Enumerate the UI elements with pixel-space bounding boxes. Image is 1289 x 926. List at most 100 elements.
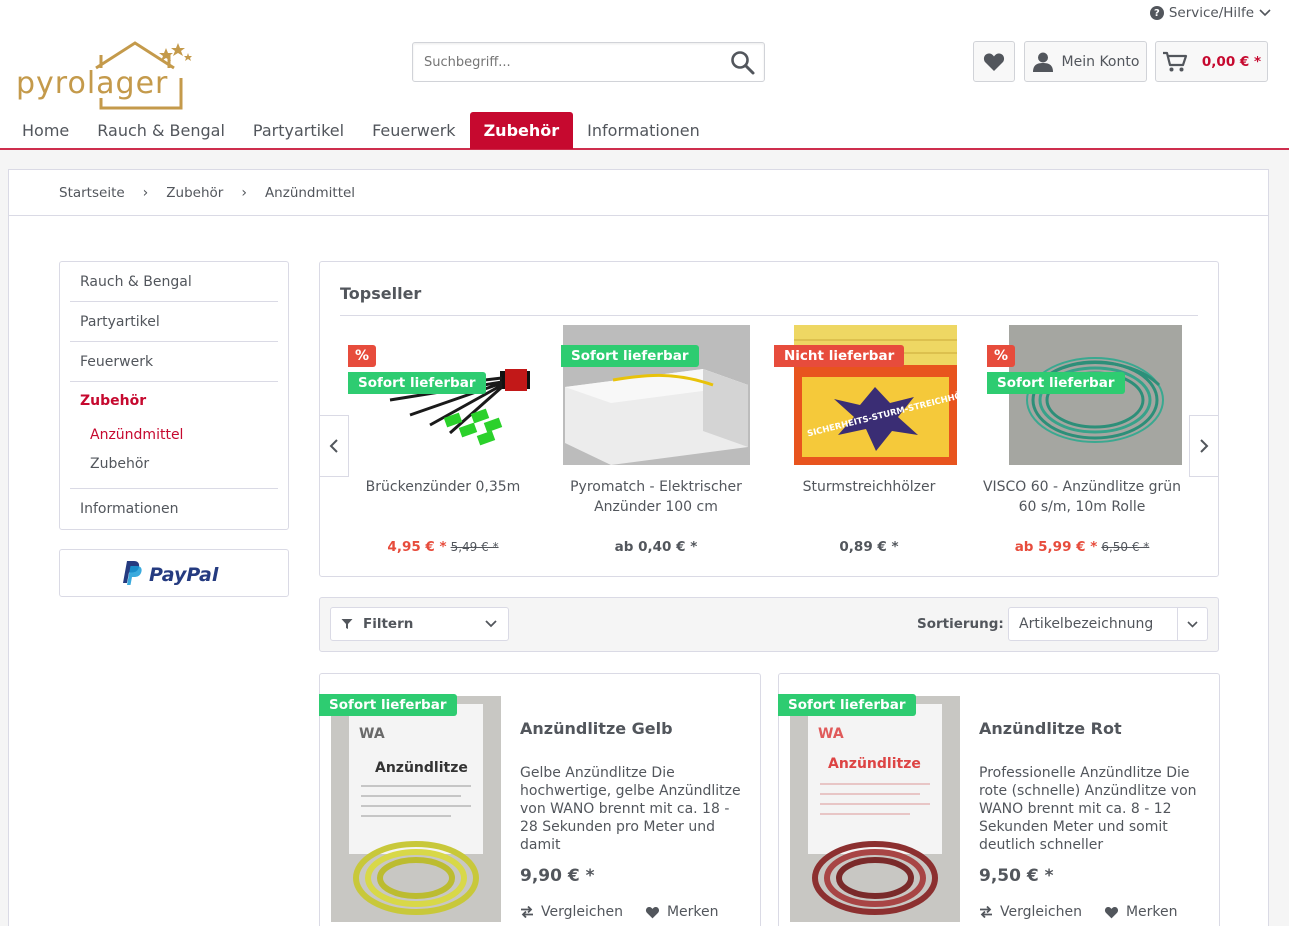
product-price: 4,95 € * 5,49 € * bbox=[333, 539, 553, 555]
product-price: 0,89 € * bbox=[759, 539, 979, 555]
product-image[interactable]: WA Anzündlitze bbox=[331, 696, 501, 922]
service-menu[interactable]: ? Service/Hilfe bbox=[1149, 5, 1271, 21]
old-price: 6,50 € * bbox=[1101, 540, 1150, 554]
product-actions: Vergleichen Merken bbox=[520, 904, 719, 920]
logo[interactable]: pyrolager bbox=[16, 40, 196, 115]
discount-badge: % bbox=[348, 345, 377, 367]
nav-underline bbox=[0, 148, 1289, 150]
account-button[interactable]: Mein Konto bbox=[1024, 41, 1147, 82]
product-box: WA Anzündlitze Sofort lieferbar Anzündli… bbox=[778, 673, 1220, 926]
availability-badge: Sofort lieferbar bbox=[987, 372, 1125, 394]
product-image[interactable] bbox=[350, 325, 537, 465]
sidebar-item-partyartikel[interactable]: Partyartikel bbox=[70, 302, 278, 342]
sidebar-item-feuerwerk[interactable]: Feuerwerk bbox=[70, 342, 278, 382]
breadcrumb: Startseite › Zubehör › Anzündmittel bbox=[9, 170, 1268, 216]
availability-badge: Sofort lieferbar bbox=[348, 372, 486, 394]
remember-button[interactable]: Merken bbox=[1104, 904, 1178, 920]
chevron-down-icon bbox=[1259, 9, 1271, 17]
nav-item-informationen[interactable]: Informationen bbox=[573, 112, 714, 149]
product-name[interactable]: VISCO 60 - Anzündlitze grün 60 s/m, 10m … bbox=[972, 477, 1192, 517]
divider bbox=[340, 315, 1198, 316]
pack-brand: WA bbox=[359, 726, 385, 742]
chevron-right-icon: › bbox=[142, 184, 149, 201]
product-image[interactable]: WA Anzündlitze bbox=[790, 696, 960, 922]
compare-icon bbox=[521, 906, 533, 918]
remember-button[interactable]: Merken bbox=[645, 904, 719, 920]
compare-button[interactable]: Vergleichen bbox=[979, 904, 1082, 920]
heart-icon bbox=[1104, 906, 1118, 918]
user-icon bbox=[1032, 52, 1053, 72]
cart-icon bbox=[1162, 51, 1188, 71]
main-nav: Home Rauch & Bengal Partyartikel Feuerwe… bbox=[8, 112, 714, 149]
product-price: ab 5,99 € * 6,50 € * bbox=[972, 539, 1192, 555]
price-value: 0,89 € * bbox=[839, 539, 899, 555]
product-name[interactable]: Brückenzünder 0,35m bbox=[333, 477, 553, 497]
topseller-title: Topseller bbox=[340, 284, 422, 303]
availability-badge: Sofort lieferbar bbox=[778, 694, 916, 716]
topseller-item[interactable]: % Sofort lieferbar VISCO 60 - Anzündlitz… bbox=[972, 325, 1182, 565]
product-price: 9,90 € * bbox=[520, 866, 595, 886]
product-title[interactable]: Anzündlitze Rot bbox=[979, 719, 1122, 738]
topseller-slider: Topseller % Sofort lieferbar Brückenzünd… bbox=[319, 261, 1219, 577]
sidebar-item-rauch-bengal[interactable]: Rauch & Bengal bbox=[70, 262, 278, 302]
chevron-right-icon: › bbox=[241, 184, 247, 201]
product-actions: Vergleichen Merken bbox=[979, 904, 1178, 920]
breadcrumb-item-home[interactable]: Startseite bbox=[59, 185, 125, 201]
funnel-icon bbox=[341, 619, 353, 629]
discount-badge: % bbox=[987, 345, 1016, 367]
chevron-down-icon bbox=[485, 620, 497, 628]
search-icon[interactable] bbox=[730, 50, 756, 76]
paypal-label: PayPal bbox=[149, 564, 219, 586]
product-name[interactable]: Pyromatch - Elektrischer Anzünder 100 cm bbox=[546, 477, 766, 517]
sidebar-subitem-zubehoer[interactable]: Zubehör bbox=[70, 449, 278, 478]
product-name[interactable]: Sturmstreichhölzer bbox=[759, 477, 979, 497]
nav-item-partyartikel[interactable]: Partyartikel bbox=[239, 112, 358, 149]
sort-value: Artikelbezeichnung bbox=[1019, 616, 1154, 632]
search-input[interactable] bbox=[413, 43, 713, 81]
sidebar-item-informationen[interactable]: Informationen bbox=[70, 489, 278, 529]
compare-button[interactable]: Vergleichen bbox=[520, 904, 623, 920]
compare-label: Vergleichen bbox=[541, 904, 623, 920]
product-title[interactable]: Anzündlitze Gelb bbox=[520, 719, 673, 738]
sidebar-subitem-anzuendmittel[interactable]: Anzündmittel bbox=[70, 420, 278, 449]
product-description: Professionelle Anzündlitze Die rote (sch… bbox=[979, 765, 1197, 853]
help-icon: ? bbox=[1149, 6, 1164, 20]
sort-select[interactable]: Artikelbezeichnung bbox=[1008, 607, 1208, 641]
paypal-banner[interactable]: PayPal bbox=[59, 549, 289, 597]
filter-bar: Filtern Sortierung: Artikelbezeichnung bbox=[319, 597, 1219, 652]
product-image[interactable] bbox=[1009, 325, 1182, 465]
breadcrumb-item-anzuendmittel[interactable]: Anzündmittel bbox=[265, 185, 355, 201]
topseller-item[interactable]: SICHERHEITS-STURM-STREICHHÖLZER Nicht li… bbox=[759, 325, 959, 565]
sort-label: Sortierung: bbox=[917, 616, 1004, 632]
nav-item-feuerwerk[interactable]: Feuerwerk bbox=[358, 112, 470, 149]
nav-item-home[interactable]: Home bbox=[8, 112, 83, 149]
sidebar-group-zubehoer: Zubehör Anzündmittel Zubehör bbox=[70, 382, 278, 489]
remember-label: Merken bbox=[1125, 904, 1178, 920]
compare-icon bbox=[980, 906, 992, 918]
main-content: Startseite › Zubehör › Anzündmittel Rauc… bbox=[8, 169, 1269, 926]
topseller-item[interactable]: Sofort lieferbar Pyromatch - Elektrische… bbox=[546, 325, 750, 565]
availability-badge: Sofort lieferbar bbox=[561, 345, 699, 367]
breadcrumb-item-zubehoer[interactable]: Zubehör bbox=[166, 185, 223, 201]
service-label: Service/Hilfe bbox=[1168, 5, 1254, 21]
product-price: ab 0,40 € * bbox=[546, 539, 766, 555]
pack-brand: WA bbox=[818, 726, 844, 742]
nav-item-rauch-bengal[interactable]: Rauch & Bengal bbox=[83, 112, 239, 149]
cart-total: 0,00 € * bbox=[1201, 53, 1262, 70]
chevron-right-icon bbox=[1200, 439, 1209, 453]
heart-icon bbox=[983, 52, 1005, 71]
search-box bbox=[412, 42, 765, 82]
product-description: Gelbe Anzündlitze Die hochwertige, gelbe… bbox=[520, 765, 741, 853]
slider-next-button[interactable] bbox=[1189, 415, 1219, 477]
availability-badge: Sofort lieferbar bbox=[319, 694, 457, 716]
cart-button[interactable]: 0,00 € * bbox=[1155, 41, 1268, 82]
wishlist-button[interactable] bbox=[973, 41, 1015, 82]
chevron-down-icon bbox=[1177, 608, 1207, 640]
nav-item-zubehoer[interactable]: Zubehör bbox=[469, 112, 574, 149]
price-value: 4,95 € * bbox=[387, 539, 447, 555]
logo-text: pyrolager bbox=[16, 66, 168, 101]
sidebar-item-zubehoer[interactable]: Zubehör bbox=[70, 382, 278, 420]
filter-label: Filtern bbox=[363, 616, 414, 632]
topseller-item[interactable]: % Sofort lieferbar Brückenzünder 0,35m 4… bbox=[333, 325, 537, 565]
filter-button[interactable]: Filtern bbox=[330, 607, 509, 641]
